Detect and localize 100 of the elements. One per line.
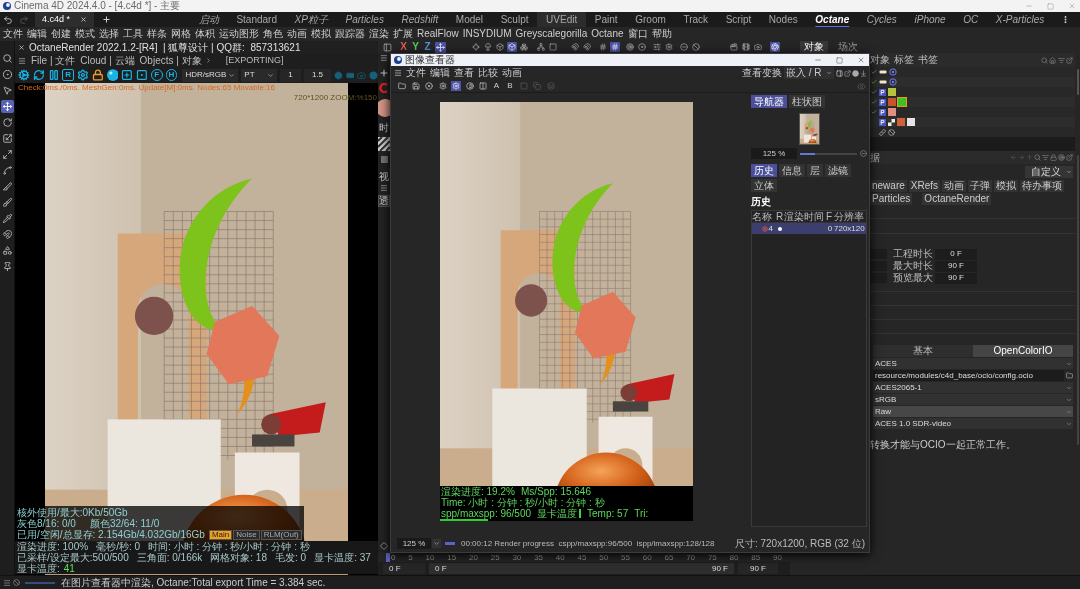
aperture-icon[interactable] [770, 42, 780, 52]
gear-icon[interactable] [77, 69, 89, 81]
panel-menu-item[interactable]: Objects | 对象 [139, 55, 202, 66]
compare-slot-button[interactable]: A [491, 81, 502, 91]
external-link-icon[interactable] [1066, 154, 1073, 161]
mode-dropdown[interactable]: 自定义 [1025, 165, 1073, 178]
check-icon[interactable] [871, 89, 877, 95]
redo-icon[interactable] [19, 14, 29, 25]
rotate-icon[interactable] [0, 116, 14, 129]
column-header[interactable]: 渲染时间 [784, 211, 826, 222]
gear-icon[interactable] [437, 81, 448, 91]
ocio-dropdown[interactable]: ACES2065-1 [873, 382, 1073, 393]
view-transform-dropdown[interactable]: 嵌入 / R [784, 67, 834, 79]
compare-slot-button[interactable]: B [505, 81, 515, 91]
display-tag-icon[interactable] [879, 68, 887, 76]
render-pass-tab[interactable]: RLM(Out) [260, 529, 302, 540]
menu-icon[interactable] [3, 578, 11, 587]
path-field[interactable]: resource/modules/c4d_base/ocio/config.ocio [873, 370, 1064, 381]
navigator-tab[interactable]: 柱状图 [789, 95, 825, 108]
layout-tab[interactable]: Octane [806, 12, 859, 27]
target-tag-icon[interactable] [889, 78, 897, 86]
manager-menu-item[interactable]: 书签 [918, 55, 938, 65]
magnet-icon[interactable] [0, 228, 14, 241]
input-field[interactable] [870, 273, 887, 283]
scrollbar[interactable] [1076, 69, 1079, 95]
frame-range-control[interactable]: 0 F 90 F [429, 563, 734, 574]
network-icon[interactable] [536, 42, 546, 52]
circle-icon[interactable] [852, 69, 859, 77]
target-icon[interactable] [1058, 154, 1065, 161]
menu-item[interactable]: 跟踪器 [335, 29, 365, 39]
value-field[interactable]: 1.5 [304, 68, 331, 82]
save-icon[interactable] [410, 81, 421, 91]
manager-tab[interactable]: 对象 [800, 41, 828, 53]
attribute-tab[interactable]: 动画 [942, 179, 967, 192]
menu-item[interactable]: 模式 [75, 29, 95, 39]
move-icon[interactable] [0, 100, 14, 113]
attribute-tab[interactable]: 子弹 [968, 179, 993, 192]
object-row[interactable] [870, 97, 1075, 107]
render-pass-tab[interactable]: Noise [233, 529, 260, 540]
menu-item[interactable]: 帮助 [651, 29, 672, 39]
menu-item[interactable]: 扩展 [393, 29, 413, 39]
target-tag-icon[interactable] [889, 68, 897, 76]
panel-menu-item[interactable]: File | 文件 [31, 55, 76, 66]
add-tab-icon[interactable] [102, 15, 112, 24]
viewer-menu-item[interactable]: 动画 [502, 68, 522, 78]
attribute-tab[interactable]: neware [870, 179, 907, 192]
column-header[interactable]: 分辨率 [834, 211, 865, 222]
axis-toggle[interactable]: Z [423, 42, 432, 52]
layout-tab[interactable]: Paint [586, 12, 627, 27]
frame-field[interactable]: 0 F [935, 248, 977, 260]
layout-tab[interactable]: Standard [227, 12, 286, 27]
panel-menu-item[interactable]: Cloud | 云端 [80, 55, 135, 66]
external-link-icon[interactable] [844, 69, 851, 77]
flag-tag-icon[interactable] [879, 98, 886, 106]
menu-item[interactable]: 窗口 [627, 29, 648, 39]
axis-toggle[interactable]: Y [411, 42, 420, 52]
column-header[interactable]: F [826, 211, 834, 222]
minus-circle-icon[interactable] [679, 42, 689, 52]
layout-tab[interactable]: Script [716, 12, 761, 27]
cube-icon[interactable] [495, 42, 505, 52]
layout-tab[interactable]: X-Particles [987, 12, 1053, 27]
square-icon[interactable] [548, 42, 558, 52]
hexagon-icon[interactable] [333, 70, 343, 80]
arrow-down-to-line-icon[interactable] [860, 69, 867, 77]
flag-tag-icon[interactable] [879, 108, 886, 116]
magnet-icon[interactable] [582, 42, 592, 52]
ocio-dropdown[interactable]: ACES 1.0 SDR-video [873, 418, 1073, 429]
start-frame-field[interactable]: 0 F [383, 563, 425, 574]
menu-item[interactable]: 创建 [51, 29, 71, 39]
chevron-down-icon[interactable] [228, 71, 236, 79]
search-icon[interactable] [1034, 154, 1041, 161]
chevron-down-icon[interactable] [266, 71, 274, 79]
check-icon[interactable] [871, 99, 877, 105]
menu-item[interactable]: 角色 [263, 29, 283, 39]
more-icon[interactable] [1061, 15, 1070, 24]
filter-icon[interactable] [1057, 56, 1065, 64]
viewer-menu-item[interactable]: 文件 [406, 68, 426, 78]
chevron-right-icon[interactable] [204, 57, 212, 64]
menu-item[interactable]: 运动图形 [219, 29, 259, 39]
panel-icon[interactable] [383, 42, 392, 52]
layout-tab[interactable]: 启动 [190, 12, 228, 27]
filter-icon[interactable] [1042, 154, 1049, 161]
menu-item[interactable]: INSYDIUM [462, 29, 512, 39]
pause-icon[interactable] [47, 69, 60, 81]
check-icon[interactable] [871, 109, 877, 115]
column-header[interactable]: 名称 [752, 211, 776, 222]
menu-item[interactable]: 编辑 [27, 29, 47, 39]
attribute-tab[interactable]: XRefs [908, 179, 941, 192]
column-header[interactable]: R [776, 211, 784, 222]
frame-field[interactable]: 90 F [935, 260, 977, 272]
spline-icon[interactable] [0, 164, 14, 177]
clapperboard-icon[interactable] [729, 42, 739, 52]
camera-icon[interactable] [753, 42, 763, 52]
frame-field[interactable]: 90 F [935, 272, 977, 284]
document-tab[interactable]: 4.c4d * [35, 12, 95, 27]
menu-icon[interactable] [394, 69, 402, 77]
hash-icon[interactable] [610, 42, 620, 52]
contrast-icon[interactable] [464, 81, 475, 91]
input-field[interactable] [870, 261, 887, 271]
layout-tab[interactable]: UVEdit [537, 12, 587, 27]
